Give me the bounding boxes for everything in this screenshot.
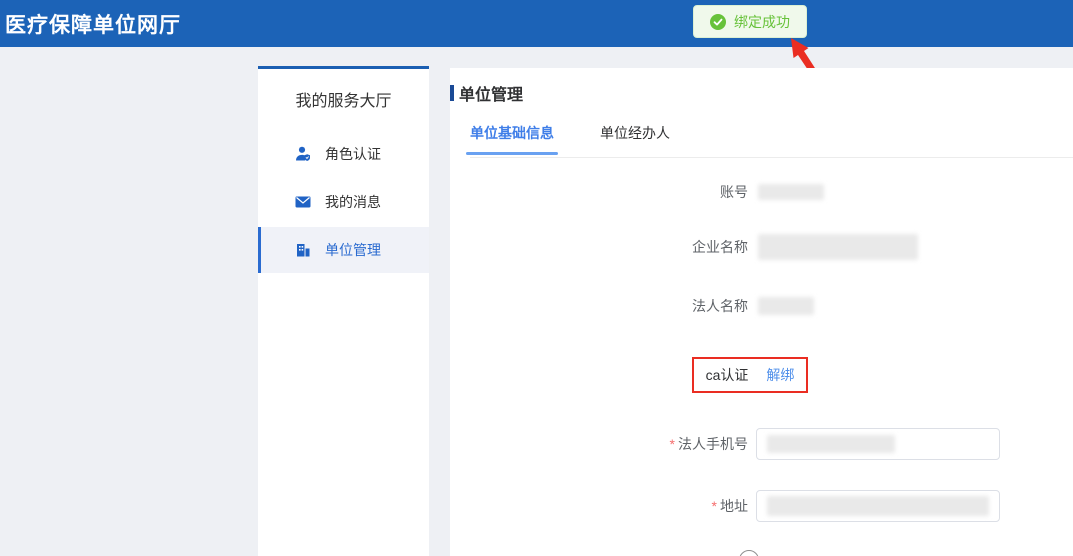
form-row-legal-person-phone: *法人手机号 xyxy=(450,428,1073,460)
toast-message: 绑定成功 xyxy=(734,12,790,32)
tab-unit-basic-info[interactable]: 单位基础信息 xyxy=(470,123,554,155)
role-auth-icon xyxy=(294,145,312,163)
field-label-legal-person-phone: *法人手机号 xyxy=(450,434,748,454)
field-label-legal-person-name: 法人名称 xyxy=(450,296,748,316)
required-mark: * xyxy=(670,436,675,452)
address-input[interactable] xyxy=(756,490,1000,522)
field-label-address: *地址 xyxy=(450,496,748,516)
message-icon xyxy=(294,193,312,211)
sidebar-item-messages[interactable]: 我的消息 xyxy=(258,179,429,225)
redacted-value-legal-person-name xyxy=(758,297,814,315)
required-mark: * xyxy=(712,498,717,514)
page-title: 单位管理 xyxy=(459,81,523,105)
unit-manage-icon xyxy=(294,241,312,259)
tab-divider xyxy=(470,157,1073,158)
form-row-address: *地址 xyxy=(450,490,1073,522)
app-title: 医疗保障单位网厅 xyxy=(5,9,181,39)
sidebar-item-label: 单位管理 xyxy=(325,240,381,260)
app-header: 医疗保障单位网厅 xyxy=(0,0,1073,47)
field-label-company-name: 企业名称 xyxy=(450,237,748,257)
redacted-value-address xyxy=(767,496,989,516)
check-circle-icon xyxy=(710,14,726,30)
sidebar: 我的服务大厅 角色认证 我的消息 xyxy=(258,66,429,556)
sidebar-item-label: 我的消息 xyxy=(325,192,381,212)
sidebar-title: 我的服务大厅 xyxy=(258,87,429,111)
redacted-value-company-name xyxy=(758,234,918,260)
form-row-company-name: 企业名称 xyxy=(450,233,1073,261)
panel-heading: 单位管理 xyxy=(450,81,523,105)
redacted-value-phone xyxy=(767,435,895,453)
toast-success: 绑定成功 xyxy=(693,5,807,38)
unbind-link[interactable]: 解绑 xyxy=(766,365,794,385)
main-panel: 单位管理 单位基础信息 单位经办人 账号 企业名称 法人名称 ca认证 解绑 xyxy=(450,68,1073,556)
tab-unit-agent[interactable]: 单位经办人 xyxy=(600,123,670,155)
ca-auth-highlight-box: ca认证 解绑 xyxy=(692,357,808,393)
sidebar-item-unit-manage[interactable]: 单位管理 xyxy=(258,227,429,273)
tab-bar: 单位基础信息 单位经办人 xyxy=(470,123,716,155)
sidebar-item-label: 角色认证 xyxy=(325,144,381,164)
redacted-value-account xyxy=(758,184,824,200)
app-window: 医疗保障单位网厅 绑定成功 我的服务大厅 角色认证 xyxy=(0,0,1073,556)
heading-bar xyxy=(450,85,454,101)
form-row-account: 账号 xyxy=(450,182,1073,202)
sidebar-item-role-auth[interactable]: 角色认证 xyxy=(258,131,429,177)
field-label-account: 账号 xyxy=(450,182,748,202)
form-row-legal-person-name: 法人名称 xyxy=(450,296,1073,316)
legal-person-phone-input[interactable] xyxy=(756,428,1000,460)
field-label-ca-auth: ca认证 xyxy=(706,365,749,385)
